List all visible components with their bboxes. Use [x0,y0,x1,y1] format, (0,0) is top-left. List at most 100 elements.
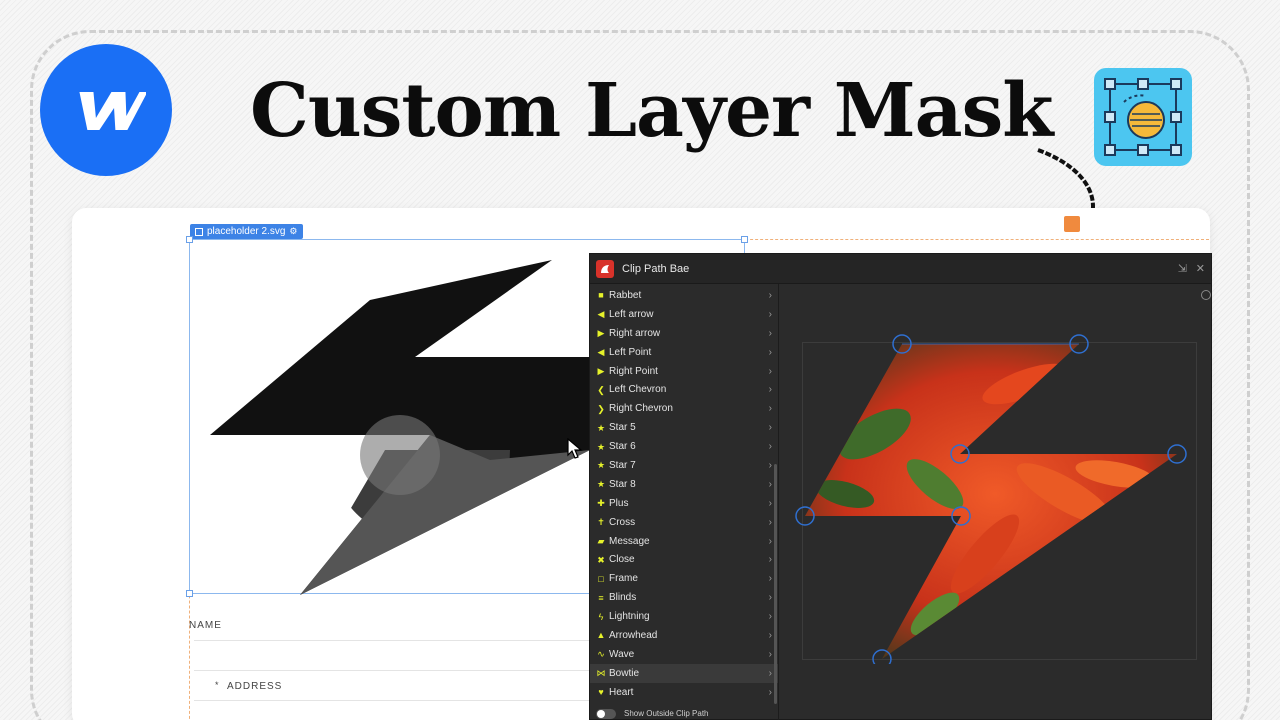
show-outside-toggle[interactable] [596,708,616,719]
shape-item-heart[interactable]: ♥ Heart › [590,683,778,702]
shape-item-plus[interactable]: ✚ Plus › [590,494,778,513]
chevron-right-icon: › [768,554,772,566]
chevron-right-icon: › [768,422,772,434]
resize-handle-top-left[interactable] [186,236,193,243]
shape-item-lightning[interactable]: ϟ Lightning › [590,607,778,626]
lightning-icon: ϟ [598,611,604,622]
collapse-icon[interactable]: ⇲ [1178,262,1187,275]
shape-item-label: Heart [609,686,634,698]
name-label: NAME [189,620,222,631]
show-outside-label: Show Outside Clip Path [624,709,709,718]
blinds-icon: ≡ [598,592,604,603]
panel-divider [778,284,779,720]
panel-title: Clip Path Bae [622,262,690,275]
right-arrow-icon: ▶ [597,328,605,339]
shape-item-star-5[interactable]: ★ Star 5 › [590,418,778,437]
chevron-right-icon: › [768,365,772,377]
cross-icon: ✝ [597,517,605,528]
chevron-right-icon: › [768,667,772,679]
heart-icon: ♥ [598,687,604,698]
chevron-right-icon: › [768,573,772,585]
shape-item-bowtie[interactable]: ⋈ Bowtie › [590,663,778,683]
shape-item-close[interactable]: ✖ Close › [590,550,778,569]
bowtie-icon: ⋈ [596,668,606,679]
shape-item-left-point[interactable]: ◀ Left Point › [590,343,778,362]
shape-item-label: Star 8 [609,478,636,490]
selection-label-text: placeholder 2.svg [207,226,286,237]
chevron-right-icon: › [768,327,772,339]
panel-footer: Show Outside Clip Path [590,706,778,720]
shape-item-message[interactable]: ▰ Message › [590,532,778,551]
chevron-right-icon: › [768,535,772,547]
rabbet-icon: ■ [598,290,604,301]
chevron-right-icon: › [768,629,772,641]
shape-item-label: Left arrow [609,308,654,320]
resize-handle-bottom-left[interactable] [186,590,193,597]
required-marker: * [215,680,219,690]
shape-item-label: Right Point [609,365,658,377]
shape-item-left-chevron[interactable]: ❮ Left Chevron › [590,380,778,399]
chevron-right-icon: › [768,686,772,698]
chevron-right-icon: › [768,648,772,660]
shape-item-label: Lightning [609,611,650,623]
clip-path-panel[interactable]: Clip Path Bae ⇲ ✕ ■ Rabbet › ◀ Left arrow › ▶ R… [589,253,1212,720]
clip-path-bae-logo-icon [596,259,614,278]
shape-item-label: Close [609,554,635,566]
close-icon[interactable]: ✕ [1196,262,1205,275]
chevron-right-icon: › [768,403,772,415]
chevron-right-icon: › [768,384,772,396]
image-icon [195,227,203,236]
shape-item-star-6[interactable]: ★ Star 6 › [590,437,778,456]
shape-item-wave[interactable]: ∿ Wave › [590,645,778,664]
chevron-right-icon: › [768,611,772,623]
chevron-right-icon: › [768,346,772,358]
shape-item-label: Right arrow [609,327,661,339]
shape-item-label: Message [609,535,650,547]
form-divider [194,640,594,641]
shape-item-label: Bowtie [609,667,640,679]
chevron-right-icon: › [768,308,772,320]
left-point-icon: ◀ [597,347,605,358]
plus-icon: ✚ [597,498,605,509]
shape-item-rabbet[interactable]: ■ Rabbet › [590,286,778,305]
info-icon[interactable] [1201,290,1211,300]
shape-item-frame[interactable]: □ Frame › [590,569,778,588]
shape-item-label: Wave [609,648,635,660]
address-label: ADDRESS [227,681,283,692]
shape-item-label: Star 5 [609,422,636,434]
chevron-right-icon: › [768,592,772,604]
left-chevron-icon: ❮ [597,384,605,395]
shape-item-blinds[interactable]: ≡ Blinds › [590,588,778,607]
shape-item-right-arrow[interactable]: ▶ Right arrow › [590,324,778,343]
shape-item-label: Blinds [609,592,637,604]
star-icon: ★ [596,460,606,471]
page-title: Custom Layer Mask [250,68,1054,154]
chevron-right-icon: › [768,478,772,490]
resize-handle-top-right[interactable] [741,236,748,243]
chevron-right-icon: › [768,459,772,471]
panel-header: Clip Path Bae ⇲ ✕ [590,254,1211,284]
shape-item-star-7[interactable]: ★ Star 7 › [590,456,778,475]
clip-point-handle [872,649,892,664]
shape-item-arrowhead[interactable]: ▲ Arrowhead › [590,626,778,645]
frame-icon: □ [598,573,604,584]
shape-item-right-chevron[interactable]: ❯ Right Chevron › [590,399,778,418]
webflow-logo-icon [40,44,172,176]
selection-label[interactable]: placeholder 2.svg ⚙ [190,224,304,239]
form-divider [194,670,594,671]
shape-item-star-8[interactable]: ★ Star 8 › [590,475,778,494]
chevron-right-icon: › [768,441,772,453]
right-chevron-icon: ❯ [597,403,605,414]
arrowhead-icon: ▲ [596,630,606,641]
scrollbar[interactable] [774,464,777,704]
shape-item-right-point[interactable]: ▶ Right Point › [590,362,778,381]
shape-item-cross[interactable]: ✝ Cross › [590,513,778,532]
arrow-pointer-icon [567,438,583,459]
left-arrow-icon: ◀ [597,309,605,320]
shape-item-label: Left Chevron [609,384,667,396]
grid-settings-icon[interactable] [1064,216,1080,232]
star-icon: ★ [596,422,606,433]
star-icon: ★ [596,479,606,490]
shape-item-left-arrow[interactable]: ◀ Left arrow › [590,305,778,324]
shape-list[interactable]: ■ Rabbet › ◀ Left arrow › ▶ Right arrow › ◀ Left P… [590,286,778,706]
